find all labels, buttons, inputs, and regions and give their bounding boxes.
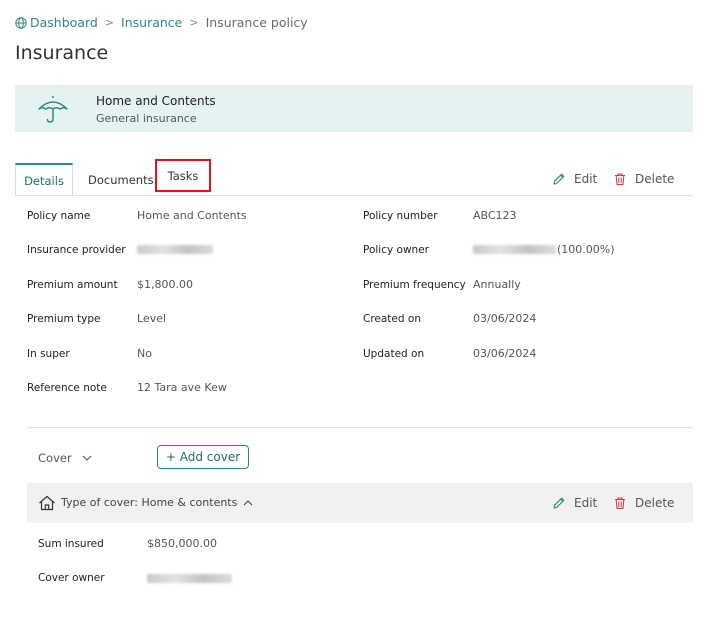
breadcrumb-insurance[interactable]: Insurance (121, 15, 182, 30)
sum-insured-label: Sum insured (38, 538, 104, 550)
policy-name: Home and Contents (96, 94, 216, 108)
policy-name-label: Policy name (27, 210, 91, 222)
cover-owner-value (147, 573, 232, 586)
trash-icon (615, 173, 625, 186)
tab-tasks[interactable]: Tasks (155, 159, 211, 192)
edit-cover-button[interactable]: Edit (552, 496, 597, 510)
breadcrumb-current: Insurance policy (205, 15, 308, 30)
reference-note-value: 12 Tara ave Kew (137, 381, 227, 394)
edit-label: Edit (574, 172, 598, 186)
updated-on-value: 03/06/2024 (473, 347, 537, 360)
edit-policy-button[interactable]: Edit (552, 172, 597, 186)
created-on-value: 03/06/2024 (473, 312, 537, 325)
premium-type-value: Level (137, 312, 167, 325)
sum-insured-value: $850,000.00 (147, 537, 217, 550)
tab-details[interactable]: Details (15, 163, 73, 196)
breadcrumb-separator: > (104, 16, 115, 29)
delete-label: Delete (635, 496, 675, 510)
cover-toggle[interactable]: Cover (38, 451, 92, 465)
tab-documents[interactable]: Documents (88, 173, 154, 187)
premium-amount-label: Premium amount (27, 279, 118, 291)
cover-toggle-label: Cover (38, 451, 72, 465)
policy-number-value: ABC123 (473, 209, 517, 222)
created-on-label: Created on (363, 313, 421, 325)
globe-icon (15, 16, 27, 29)
cover-type-label: Type of cover: Home & contents (61, 496, 238, 509)
add-cover-button[interactable]: + Add cover (157, 445, 249, 469)
edit-label: Edit (574, 496, 598, 510)
premium-type-label: Premium type (27, 313, 101, 325)
policy-owner-share: (100.00%) (557, 243, 615, 256)
delete-cover-button[interactable]: Delete (613, 496, 674, 510)
in-super-value: No (137, 347, 152, 360)
policy-category: General insurance (96, 112, 197, 125)
premium-frequency-label: Premium frequency (363, 279, 466, 291)
trash-icon (615, 497, 625, 510)
policy-number-label: Policy number (363, 210, 438, 222)
delete-label: Delete (635, 172, 675, 186)
breadcrumb-separator: > (189, 16, 199, 29)
cover-type: Type of cover: Home & contents (61, 496, 253, 509)
delete-policy-button[interactable]: Delete (613, 172, 674, 186)
insurance-provider-label: Insurance provider (27, 244, 126, 256)
updated-on-label: Updated on (363, 348, 425, 360)
redacted-owner-name (473, 245, 556, 254)
pencil-icon (553, 497, 565, 509)
policy-owner-value: (100.00%) (473, 243, 615, 256)
pencil-icon (553, 173, 565, 185)
chevron-down-icon (82, 455, 92, 461)
breadcrumb-dashboard[interactable]: Dashboard (30, 15, 98, 30)
policy-banner: Home and Contents General insurance (15, 85, 693, 132)
page-title: Insurance (15, 42, 109, 64)
breadcrumb: Dashboard > Insurance > Insurance policy (15, 15, 308, 30)
policy-owner-label: Policy owner (363, 244, 429, 256)
premium-amount-value: $1,800.00 (137, 278, 193, 291)
section-divider (27, 427, 693, 428)
insurance-provider-value (137, 244, 213, 257)
umbrella-icon (38, 96, 68, 123)
cover-owner-label: Cover owner (38, 572, 105, 584)
premium-frequency-value: Annually (473, 278, 521, 291)
policy-name-value: Home and Contents (137, 209, 247, 222)
reference-note-label: Reference note (27, 382, 107, 394)
in-super-label: In super (27, 348, 70, 360)
house-icon (39, 495, 55, 511)
chevron-up-icon (243, 499, 253, 505)
tab-divider (15, 195, 693, 196)
